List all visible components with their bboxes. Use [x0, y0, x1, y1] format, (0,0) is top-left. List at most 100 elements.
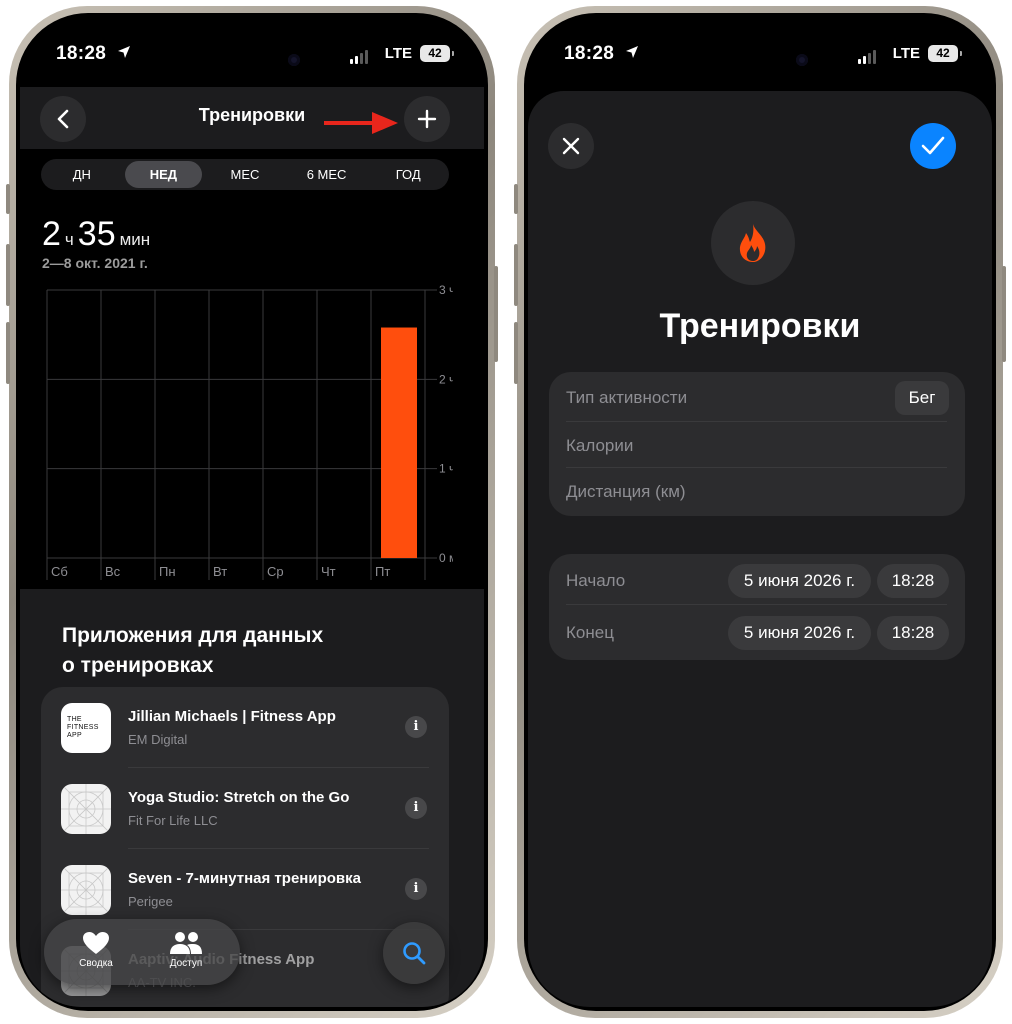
tab-summary-label: Сводка [79, 958, 113, 969]
app-developer: EM Digital [128, 732, 188, 747]
segment-6-months[interactable]: 6 МЕС [288, 161, 366, 188]
people-icon [170, 932, 202, 954]
cellular-signal-icon [858, 50, 876, 64]
power-button [1002, 266, 1006, 362]
distance-row[interactable]: Дистанция (км) [549, 468, 965, 514]
nav-bar: Тренировки [20, 87, 484, 149]
app-logo-text-3: APP [67, 732, 82, 739]
the-fitness-app-icon: THE FITNESS APP [61, 703, 111, 753]
app-name: Seven - 7-минутная тренировка [128, 870, 361, 887]
sheet-title: Тренировки [659, 307, 861, 345]
apps-title-line2: о тренировках [62, 654, 214, 677]
close-icon [562, 137, 580, 155]
y-tick-label: 3 ч [439, 283, 453, 297]
segment-week[interactable]: НЕД [124, 161, 203, 188]
app-name: Yoga Studio: Stretch on the Go [128, 789, 350, 806]
workout-bar-chart[interactable]: 0 мин 1 ч 2 ч 3 ч Сб Вс Пн Вт Ср Чт Пт [41, 282, 453, 582]
status-time: 18:28 [564, 43, 615, 64]
red-arrow-annotation-icon [324, 112, 398, 134]
y-tick-label: 0 мин [439, 551, 453, 565]
dynamic-island [188, 41, 316, 79]
divider [566, 604, 947, 605]
volume-up-button [514, 244, 518, 306]
tab-bar: Сводка Доступ [44, 919, 240, 985]
x-tick-label: Пт [375, 564, 390, 579]
apps-section-title: Приложения для данных о тренировках [62, 621, 323, 681]
x-tick-label: Ср [267, 564, 284, 579]
heart-icon [83, 932, 109, 954]
cellular-signal-icon [350, 50, 368, 64]
placeholder-app-icon [61, 784, 111, 834]
network-type: LTE [384, 45, 412, 62]
total-hours: 2 [42, 215, 61, 253]
battery-icon: 42 [928, 45, 962, 62]
x-tick-label: Сб [51, 564, 68, 579]
search-button[interactable] [383, 922, 445, 984]
checkmark-icon [921, 136, 945, 155]
minutes-unit: мин [119, 230, 151, 249]
calories-label: Калории [566, 436, 634, 455]
segment-day[interactable]: ДН [43, 161, 121, 188]
app-row-seven[interactable]: Seven - 7-минутная тренировка Perigee i [41, 849, 449, 930]
placeholder-app-icon [61, 865, 111, 915]
end-date-picker[interactable]: 5 июня 2026 г. [728, 616, 871, 650]
activity-type-label: Тип активности [566, 388, 688, 407]
y-tick-label: 1 ч [439, 462, 453, 476]
bar-7 [381, 327, 417, 558]
dynamic-island [696, 41, 824, 79]
app-developer: Perigee [128, 894, 173, 909]
x-tick-label: Чт [321, 564, 336, 579]
activity-type-picker[interactable]: Бег [895, 381, 949, 415]
end-row: Конец 5 июня 2026 г. 18:28 [549, 609, 965, 657]
search-icon [403, 942, 426, 965]
start-label: Начало [566, 571, 626, 590]
screen-workouts: 18:28 LTE 42 Тренировки ДН НЕД МЕС 6 МЕС… [20, 17, 484, 1007]
close-button[interactable] [548, 123, 594, 169]
app-logo-text-2: FITNESS [67, 724, 99, 731]
screen-add-workout: 18:28 LTE 42 Тренировки Тип активности Б [528, 17, 992, 1007]
volume-up-button [6, 244, 10, 306]
y-tick-label: 2 ч [439, 372, 453, 386]
hours-unit: ч [64, 230, 74, 249]
confirm-button[interactable] [910, 123, 956, 169]
period-segmented-control: ДН НЕД МЕС 6 МЕС ГОД [41, 159, 449, 190]
plus-icon [417, 109, 437, 129]
location-arrow-icon [118, 46, 130, 58]
info-button[interactable]: i [405, 716, 427, 738]
end-time-picker[interactable]: 18:28 [877, 616, 949, 650]
info-button[interactable]: i [405, 878, 427, 900]
distance-label: Дистанция (км) [566, 482, 686, 501]
info-button[interactable]: i [405, 797, 427, 819]
app-row-yoga[interactable]: Yoga Studio: Stretch on the Go Fit For L… [41, 768, 449, 849]
total-minutes: 35 [77, 215, 116, 253]
tab-summary[interactable]: Сводка [56, 931, 136, 969]
start-date-picker[interactable]: 5 июня 2026 г. [728, 564, 871, 598]
x-tick-label: Пн [159, 564, 176, 579]
add-workout-button[interactable] [404, 96, 450, 142]
date-range: 2—8 окт. 2021 г. [42, 255, 148, 271]
x-tick-label: Вс [105, 564, 121, 579]
action-button [6, 184, 10, 214]
action-button [514, 184, 518, 214]
x-tick-label: Вт [213, 564, 227, 579]
activity-type-row[interactable]: Тип активности Бег [549, 374, 965, 422]
segment-month[interactable]: МЕС [206, 161, 284, 188]
location-arrow-icon [626, 46, 638, 58]
tab-sharing[interactable]: Доступ [146, 931, 226, 969]
app-row-jillian[interactable]: THE FITNESS APP Jillian Michaels | Fitne… [41, 687, 449, 768]
total-duration: 2 ч 35 мин [42, 215, 154, 254]
power-button [494, 266, 498, 362]
app-developer: Fit For Life LLC [128, 813, 218, 828]
start-row: Начало 5 июня 2026 г. 18:28 [549, 557, 965, 605]
network-type: LTE [892, 45, 920, 62]
calories-row[interactable]: Калории [549, 422, 965, 468]
start-time-picker[interactable]: 18:28 [877, 564, 949, 598]
segment-year[interactable]: ГОД [369, 161, 447, 188]
tab-sharing-label: Доступ [169, 958, 203, 969]
end-label: Конец [566, 623, 614, 642]
app-logo-text-1: THE [67, 716, 82, 723]
volume-down-button [6, 322, 10, 384]
workout-type-badge [711, 201, 795, 285]
phone-right: 18:28 LTE 42 Тренировки Тип активности Б [514, 6, 1006, 1018]
flame-icon [739, 224, 766, 262]
